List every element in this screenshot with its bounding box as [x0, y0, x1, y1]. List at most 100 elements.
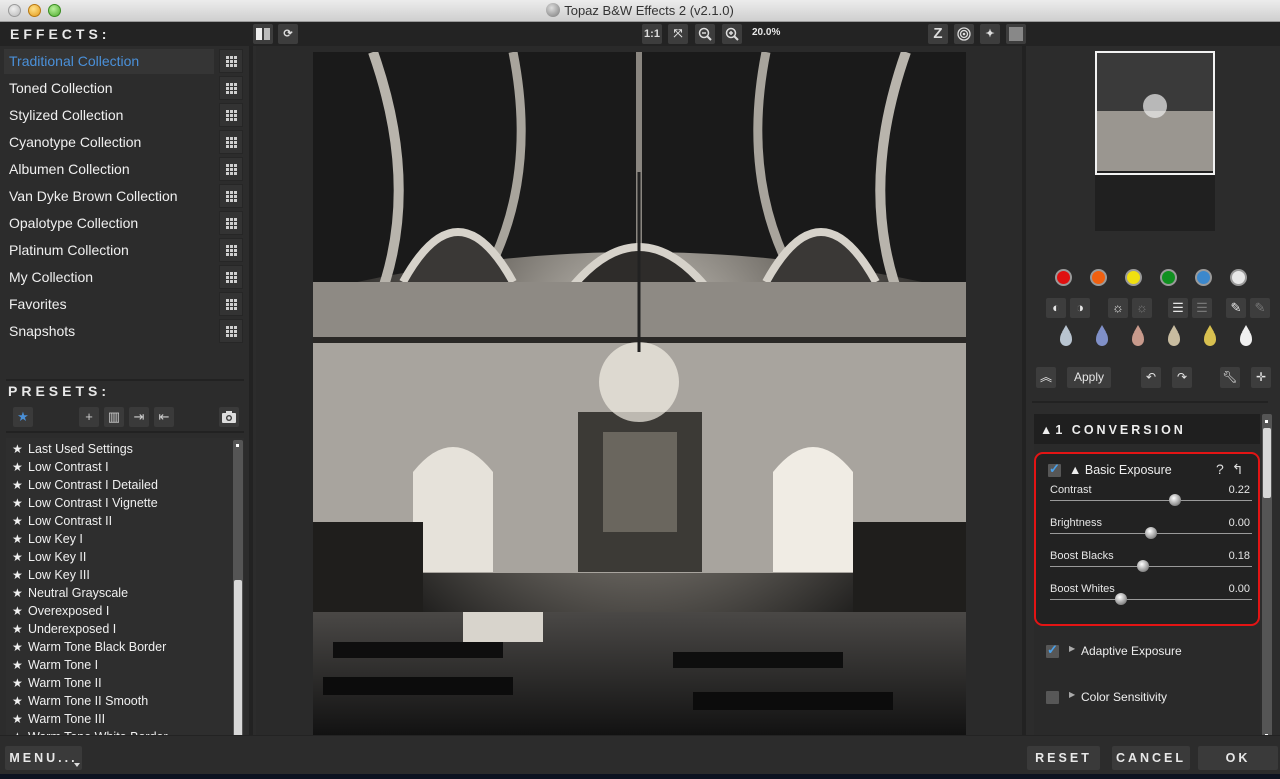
collection-item[interactable]: Albumen Collection [4, 157, 214, 182]
basic-exposure-title[interactable]: ▲ Basic Exposure [1069, 463, 1172, 477]
slider-value[interactable]: 0.22 [1229, 484, 1250, 496]
slider-thumb[interactable] [1169, 494, 1182, 506]
preset-scrollbar-thumb[interactable] [234, 580, 242, 740]
preset-item[interactable]: ★ Warm Tone III [6, 710, 244, 728]
color-swatch[interactable] [1090, 269, 1107, 286]
collection-grid-button[interactable] [219, 265, 243, 289]
preset-item[interactable]: ★ Low Key I [6, 530, 244, 548]
section-checkbox[interactable] [1046, 691, 1059, 704]
background-button[interactable] [1006, 24, 1026, 44]
pan-button[interactable]: ✦ [980, 24, 1000, 44]
redo-button[interactable]: ↷ [1172, 367, 1192, 388]
adjustments-scrollbar[interactable] [1262, 414, 1272, 744]
preset-item[interactable]: ★ Last Used Settings [6, 440, 244, 458]
preset-scrollbar[interactable] [233, 440, 243, 754]
preset-item[interactable]: ★ Warm Tone Black Border [6, 638, 244, 656]
import-preset-button[interactable]: ⇥ [129, 407, 149, 427]
collection-item[interactable]: Van Dyke Brown Collection [4, 184, 214, 209]
conversion-header[interactable]: ▲1 CONVERSION [1034, 414, 1260, 444]
collection-item[interactable]: Cyanotype Collection [4, 130, 214, 155]
split-view-button[interactable] [253, 24, 273, 44]
slider-thumb[interactable] [1136, 560, 1149, 572]
collection-grid-button[interactable] [219, 130, 243, 154]
collection-grid-button[interactable] [219, 292, 243, 316]
expand-triangle-icon[interactable]: ▶ [1069, 644, 1075, 653]
collection-grid-button[interactable] [219, 319, 243, 343]
color-swatch[interactable] [1160, 269, 1177, 286]
collection-item[interactable]: My Collection [4, 265, 214, 290]
collection-item[interactable]: Stylized Collection [4, 103, 214, 128]
left-panel-splitter[interactable] [249, 46, 253, 746]
favorite-filter-button[interactable]: ★ [13, 407, 33, 427]
color-swatch[interactable] [1125, 269, 1142, 286]
help-icon[interactable]: ? [1216, 461, 1224, 477]
adjust-on-button[interactable]: ☰ [1168, 298, 1188, 318]
preset-item[interactable]: ★ Warm Tone II [6, 674, 244, 692]
reset-button[interactable]: RESET [1027, 746, 1100, 770]
add-preset-button[interactable]: + [79, 407, 99, 427]
collection-grid-button[interactable] [219, 157, 243, 181]
section-checkbox[interactable] [1046, 642, 1059, 658]
navigator-thumbnail[interactable] [1095, 51, 1215, 231]
collection-item[interactable]: Toned Collection [4, 76, 214, 101]
target-button[interactable] [954, 24, 974, 44]
tone-drop-icon[interactable] [1132, 325, 1144, 346]
reset-section-icon[interactable]: ↰ [1232, 461, 1244, 477]
adjustment-section[interactable]: ▶ Adaptive Exposure [1034, 642, 1260, 662]
brush-off-button[interactable]: ✎ [1250, 298, 1270, 318]
tone-drop-icon[interactable] [1096, 325, 1108, 346]
preset-item[interactable]: ★ Warm Tone I [6, 656, 244, 674]
preset-item[interactable]: ★ Overexposed I [6, 602, 244, 620]
zoom-out-button[interactable] [695, 24, 715, 44]
collection-item[interactable]: Favorites [4, 292, 214, 317]
basic-exposure-checkbox[interactable] [1048, 461, 1061, 477]
ok-button[interactable]: OK [1198, 746, 1278, 770]
tone-drop-icon[interactable] [1240, 325, 1252, 346]
z-tool-button[interactable]: Z [928, 24, 948, 44]
preset-item[interactable]: ★ Low Contrast I Detailed [6, 476, 244, 494]
apply-button[interactable]: Apply [1067, 367, 1111, 388]
slider-value[interactable]: 0.00 [1229, 583, 1250, 595]
zoom-in-button[interactable] [722, 24, 742, 44]
undo-button[interactable]: ↶ [1141, 367, 1161, 388]
settings-button[interactable]: 🔧︎ [1220, 367, 1240, 388]
preset-item[interactable]: ★ Warm Tone II Smooth [6, 692, 244, 710]
collapse-button[interactable]: ︽ [1036, 367, 1056, 388]
preset-item[interactable]: ★ Low Contrast I Vignette [6, 494, 244, 512]
slider-track[interactable] [1050, 560, 1252, 572]
collection-grid-button[interactable] [219, 211, 243, 235]
refresh-button[interactable]: ⟳ [278, 24, 298, 44]
adjust-off-button[interactable]: ☰ [1192, 298, 1212, 318]
preset-item[interactable]: ★ Low Key III [6, 566, 244, 584]
color-swatch[interactable] [1230, 269, 1247, 286]
navigator-viewport[interactable] [1095, 51, 1215, 175]
collection-item[interactable]: Snapshots [4, 319, 214, 344]
preview-canvas[interactable] [256, 46, 1022, 746]
tone-drop-icon[interactable] [1204, 325, 1216, 346]
tone-drop-icon[interactable] [1168, 325, 1180, 346]
right-panel-splitter[interactable] [1022, 46, 1026, 746]
slider-track[interactable] [1050, 527, 1252, 539]
expand-triangle-icon[interactable]: ▶ [1069, 690, 1075, 699]
collection-item[interactable]: Opalotype Collection [4, 211, 214, 236]
preset-item[interactable]: ★ Neutral Grayscale [6, 584, 244, 602]
slider-thumb[interactable] [1114, 593, 1127, 605]
tone-drop-icon[interactable] [1060, 325, 1072, 346]
preset-item[interactable]: ★ Underexposed I [6, 620, 244, 638]
burn-button[interactable]: ◐ [1046, 298, 1066, 318]
slider-track[interactable] [1050, 494, 1252, 506]
slider-thumb[interactable] [1145, 527, 1157, 539]
brightness-on-button[interactable]: ☼ [1108, 298, 1128, 318]
preset-item[interactable]: ★ Low Contrast I [6, 458, 244, 476]
collection-grid-button[interactable] [219, 184, 243, 208]
preset-item[interactable]: ★ Low Contrast II [6, 512, 244, 530]
menu-button[interactable]: MENU... [5, 746, 82, 770]
dodge-button[interactable]: ◑ [1070, 298, 1090, 318]
color-swatch[interactable] [1195, 269, 1212, 286]
slider-track[interactable] [1050, 593, 1252, 605]
collection-item[interactable]: Platinum Collection [4, 238, 214, 263]
collection-grid-button[interactable] [219, 49, 243, 73]
fit-to-screen-button[interactable]: ⤧ [668, 24, 688, 44]
snapshot-button[interactable] [219, 407, 239, 427]
compare-button[interactable]: ✛ [1251, 367, 1271, 388]
